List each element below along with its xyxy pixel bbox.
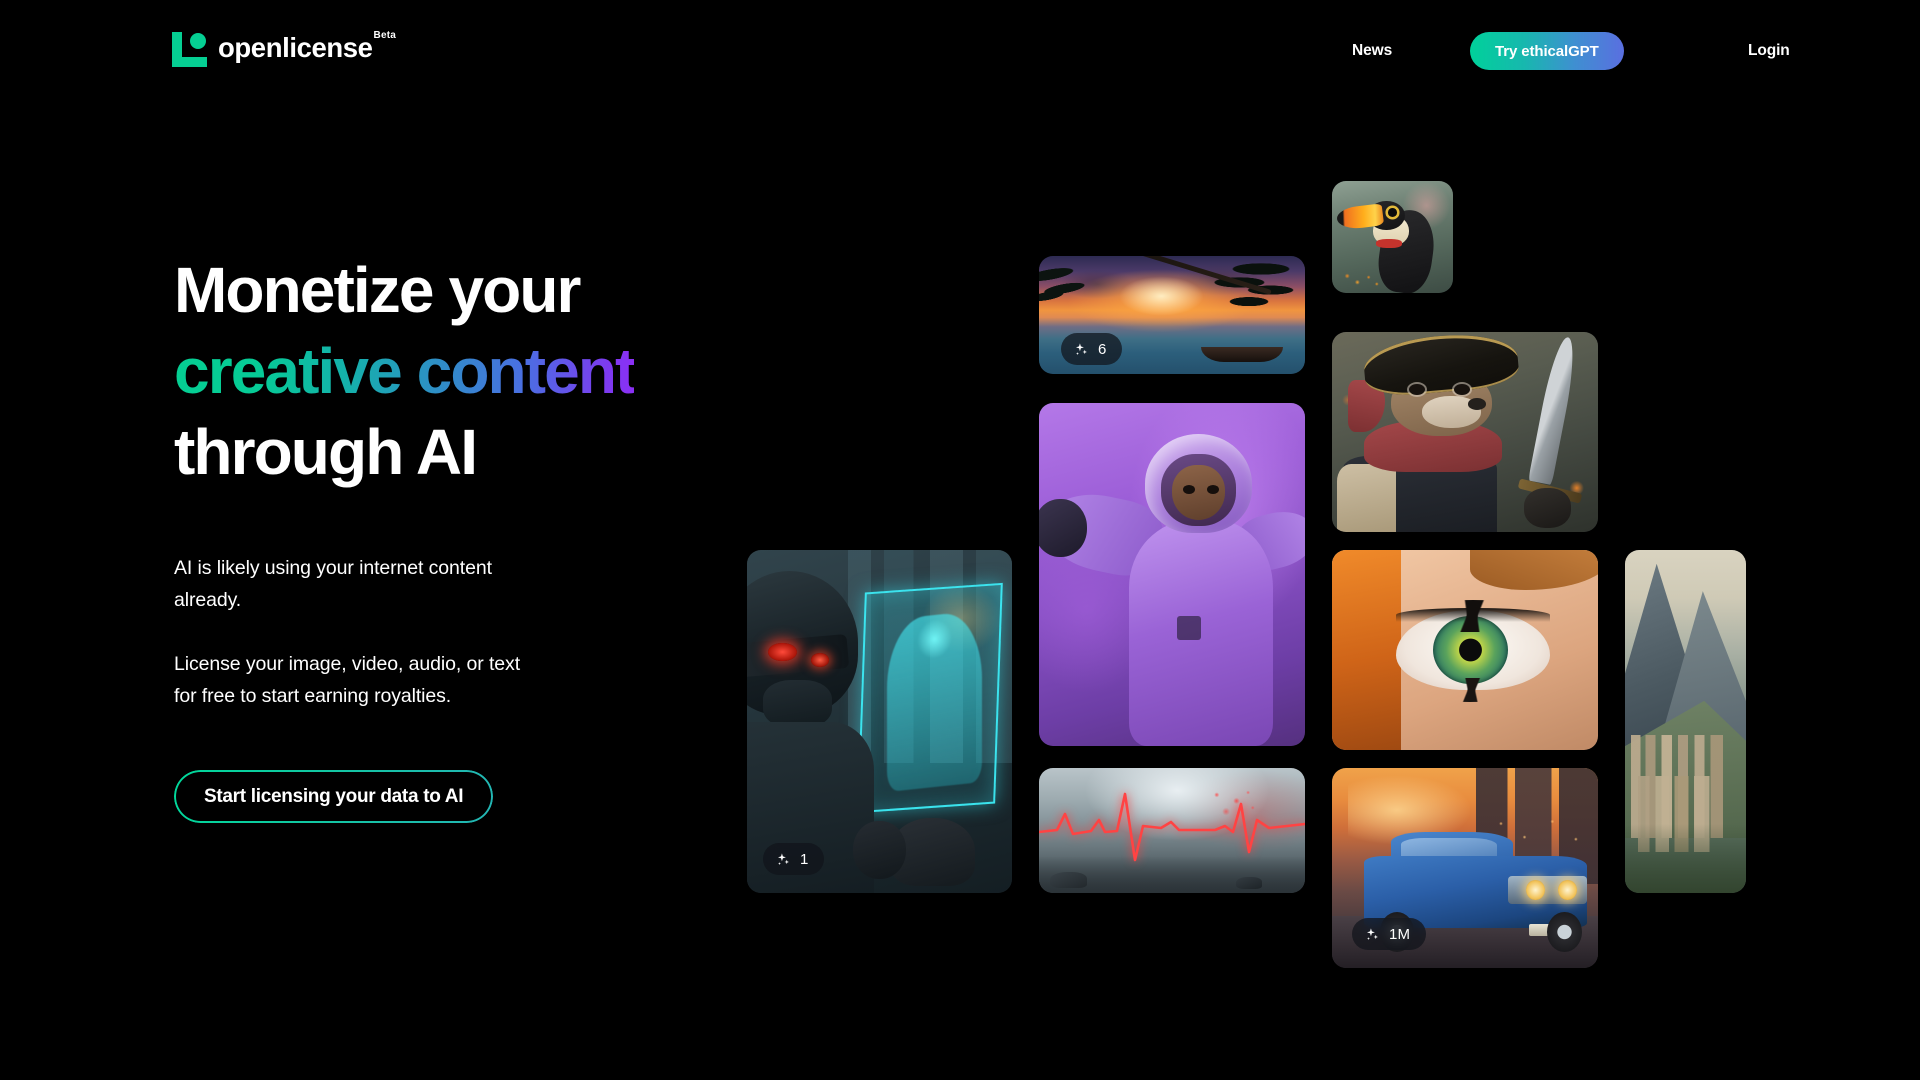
gallery-tile-astronaut[interactable] xyxy=(1039,403,1305,746)
badge-count: 1M xyxy=(1389,925,1411,943)
gallery-tile-mountain-village[interactable] xyxy=(1625,550,1746,893)
sparkles-icon xyxy=(1367,927,1378,940)
gallery-tile-pirate-otter[interactable] xyxy=(1332,332,1598,532)
gallery-tile-ecg-waveform[interactable] xyxy=(1039,768,1305,893)
license-count-badge: 1M xyxy=(1352,918,1427,950)
pirate-otter-artwork xyxy=(1332,332,1598,532)
gallery-tile-green-eye[interactable] xyxy=(1332,550,1598,750)
gallery-tile-toucan[interactable] xyxy=(1332,181,1453,293)
cyberpunk-soldier-artwork xyxy=(747,550,1012,893)
landing-page: openlicense Beta News Try ethicalGPT Log… xyxy=(0,0,1920,1080)
sparkles-icon xyxy=(778,852,789,865)
hero-image-gallery: 6 1 1M xyxy=(0,0,1920,1080)
mountain-village-artwork xyxy=(1625,550,1746,893)
license-count-badge: 1 xyxy=(763,843,825,875)
green-eye-artwork xyxy=(1332,550,1598,750)
badge-count: 6 xyxy=(1098,340,1107,358)
gallery-tile-lowrider-car[interactable]: 1M xyxy=(1332,768,1598,968)
gallery-tile-beach-sunset[interactable]: 6 xyxy=(1039,256,1305,374)
badge-count: 1 xyxy=(800,850,809,868)
ecg-waveform-artwork xyxy=(1039,768,1305,893)
sparkles-icon xyxy=(1076,342,1087,355)
astronaut-artwork xyxy=(1039,403,1305,746)
start-licensing-label: Start licensing your data to AI xyxy=(204,785,464,807)
gallery-tile-cyberpunk-soldier[interactable]: 1 xyxy=(747,550,1012,893)
toucan-artwork xyxy=(1332,181,1453,293)
license-count-badge: 6 xyxy=(1061,333,1123,365)
